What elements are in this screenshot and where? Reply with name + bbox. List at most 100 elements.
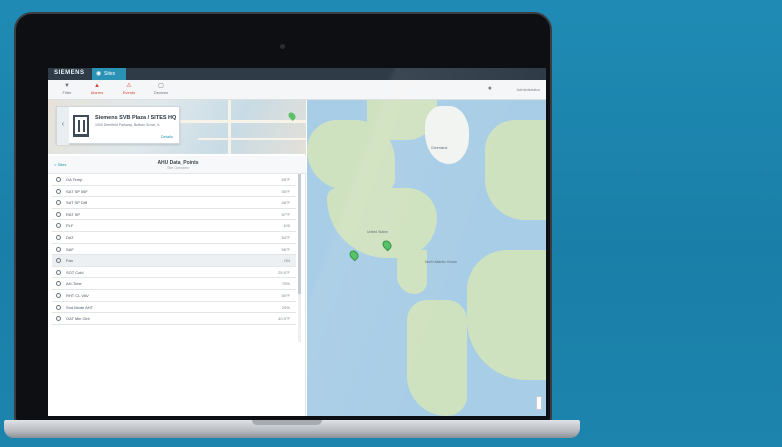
list-item[interactable]: PLF 100 [52, 220, 296, 232]
africa-land [467, 250, 546, 380]
north-america-land [327, 188, 437, 258]
toolbar-alarms-button[interactable]: ▲ Alarms [80, 83, 114, 95]
list-item-value: 25% [281, 304, 290, 310]
user-name[interactable]: Administrator [516, 87, 540, 92]
list-item[interactable]: SAF 56°F [52, 244, 296, 256]
alarm-icon: ▲ [94, 83, 100, 89]
top-bar: SIEMENS ◉ Sites [48, 68, 546, 80]
street [178, 120, 306, 123]
europe-land [485, 120, 546, 220]
map-pin-icon: ◉ [96, 71, 102, 77]
building-icon [73, 115, 89, 137]
list-item-label: Snd Mode AHT [66, 304, 94, 310]
camera-dot [280, 44, 285, 49]
list-item-value: 100 [283, 223, 290, 229]
list-item[interactable]: SOT Cold 25.0°F [52, 267, 296, 279]
back-chevron-icon[interactable]: ‹ [57, 107, 69, 145]
list-scrollbar-thumb[interactable] [298, 174, 301, 294]
toolbar-devices-button[interactable]: ▢ Devices [144, 83, 178, 95]
list-item[interactable]: SAT SP 55F 55°F [52, 186, 296, 198]
site-details-link[interactable]: Details [161, 134, 173, 139]
list-item-value: 25.0°F [278, 269, 290, 275]
street [198, 138, 306, 140]
device-icon: ▢ [158, 83, 164, 89]
list-item-label: SAT SP 55F [66, 188, 88, 194]
back-link[interactable]: < Sites [54, 162, 66, 167]
list-item-label: Fan [66, 258, 73, 264]
brand-logo: SIEMENS [54, 70, 85, 76]
point-icon [56, 304, 61, 310]
point-icon [56, 177, 61, 182]
list-subtitle: Site Overview [167, 166, 189, 170]
toolbar: ▼ Filter ▲ Alarms ⚠ Events ▢ Devices ● A… [48, 80, 546, 100]
list-item[interactable]: Fan ON [52, 255, 296, 267]
list-item-value: 50°F [281, 292, 291, 298]
list-scrollbar[interactable] [298, 174, 301, 342]
list-item[interactable]: AH-Time 75% [52, 278, 296, 290]
list-item-value: 56°F [281, 246, 291, 252]
list-item-label: OA Temp [66, 177, 83, 182]
point-icon [56, 223, 61, 229]
list-item-value: 55°F [281, 188, 291, 194]
alert-icon: ⚠ [126, 83, 132, 89]
toolbar-filter-button[interactable]: ▼ Filter [50, 83, 84, 95]
point-icon [56, 281, 61, 287]
list-item-label: PLF [66, 223, 74, 229]
toolbar-devices-label: Devices [153, 90, 169, 95]
list-item[interactable]: SAT SP Diff 46°F [52, 197, 296, 209]
toolbar-alarms-label: Alarms [90, 90, 104, 95]
south-america-land [407, 300, 467, 416]
central-america-land [397, 250, 427, 294]
map-zoom-control[interactable] [536, 396, 542, 410]
list-item-value: 65°F [281, 177, 291, 182]
list-item-value: 75% [281, 281, 290, 287]
list-item-value: 67°F [281, 211, 291, 217]
laptop-notch [252, 420, 322, 425]
point-icon [56, 200, 61, 206]
map-label: Greenland [431, 146, 448, 150]
map-label: United States [367, 230, 389, 234]
list-item-label: DAT [66, 234, 74, 240]
list-item[interactable]: DAT 54°F [52, 232, 296, 244]
point-icon [56, 188, 61, 194]
user-icon[interactable]: ● [488, 85, 492, 92]
list-item[interactable]: RHT CL VAV 50°F [52, 290, 296, 302]
list-header: < Sites AHU Data_Points Site Overview [48, 156, 306, 174]
list-item[interactable]: Snd Mode AHT 25% [52, 302, 296, 314]
list-item-label: SAT SP Diff [66, 200, 87, 206]
list-item-label: SAF [66, 246, 74, 252]
site-location-map[interactable]: ‹ Siemens SVB Plaza / SITES HQ 1000 Deer… [48, 100, 306, 154]
tab-sites-label: Sites [104, 71, 116, 77]
toolbar-events-button[interactable]: ⚠ Events [112, 83, 146, 95]
list-item-value: 46°F [281, 200, 291, 206]
list-item[interactable]: OA Temp 65°F [52, 174, 296, 186]
tab-sites[interactable]: ◉ Sites [92, 68, 126, 80]
list-item[interactable]: RAT SP 67°F [52, 209, 296, 221]
list-item-value: 54°F [281, 234, 291, 240]
street [228, 100, 231, 154]
point-icon [56, 234, 61, 240]
site-panel: ‹ Siemens SVB Plaza / SITES HQ 1000 Deer… [48, 100, 306, 416]
toolbar-filter-label: Filter [62, 90, 72, 95]
map-label: North Atlantic Ocean [425, 260, 458, 264]
site-card: ‹ Siemens SVB Plaza / SITES HQ 1000 Deer… [56, 106, 180, 145]
list-item-label: RAT SP [66, 211, 81, 217]
point-icon [56, 292, 61, 298]
point-icon [56, 211, 61, 217]
toolbar-events-label: Events [122, 90, 136, 95]
point-icon [56, 269, 61, 275]
list-item-label: RHT CL VAV [66, 292, 89, 298]
list-item-value: ON [284, 258, 290, 264]
site-title: Siemens SVB Plaza / SITES HQ [95, 115, 177, 121]
list-item-label: AH-Time [66, 281, 82, 287]
point-icon [56, 316, 61, 322]
list-item[interactable]: OAT Min Clnt 40.0°F [52, 313, 296, 325]
laptop-base [4, 420, 580, 438]
world-map[interactable]: Greenland North Atlantic Ocean United St… [307, 100, 546, 416]
screen: SIEMENS ◉ Sites ▼ Filter ▲ Alarms ⚠ Even… [48, 68, 546, 416]
list-item-value: 40.0°F [278, 316, 290, 322]
greenland [425, 106, 469, 164]
list-item-label: SOT Cold [66, 269, 84, 275]
list-item-label: OAT Min Clnt [66, 316, 90, 322]
point-icon [56, 246, 61, 252]
